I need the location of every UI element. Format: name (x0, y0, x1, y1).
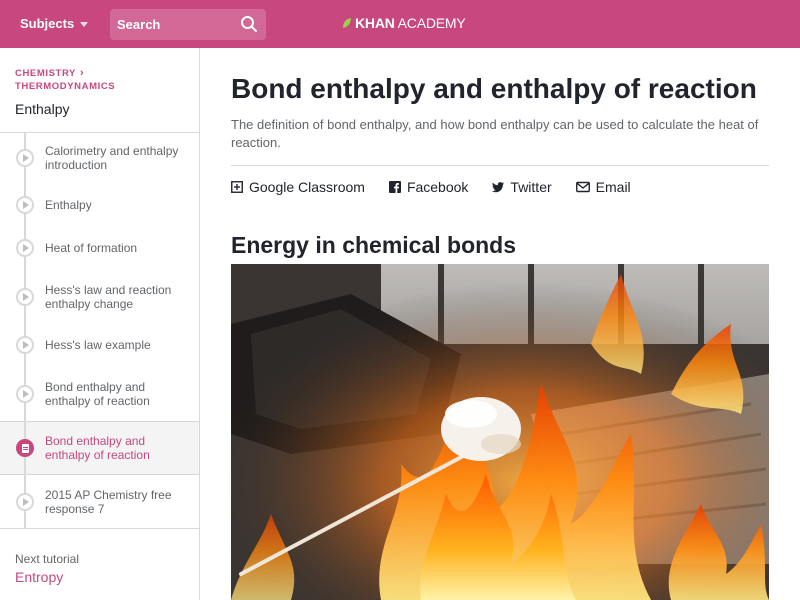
article-description: The definition of bond enthalpy, and how… (231, 116, 769, 166)
article-icon (16, 439, 34, 457)
leaf-icon (343, 18, 351, 28)
khan-academy-logo[interactable]: KHAN ACADEMY (342, 15, 466, 31)
sidebar-item-hess-law-change[interactable]: Hess's law and reaction enthalpy change (0, 269, 199, 324)
subjects-label: Subjects (20, 16, 75, 31)
tutorial-title: Enthalpy (0, 93, 199, 133)
logo-academy-text: ACADEMY (397, 15, 466, 31)
share-twitter-button[interactable]: Twitter (492, 179, 552, 195)
share-google-classroom-button[interactable]: Google Classroom (231, 179, 365, 195)
sidebar-item-label: Enthalpy (45, 197, 92, 212)
sidebar-item-heat-of-formation[interactable]: Heat of formation (0, 226, 199, 269)
top-nav-bar: Subjects KHANACADEMY (0, 0, 800, 48)
google-classroom-icon (231, 181, 243, 193)
play-icon (16, 195, 34, 214)
email-icon (575, 181, 590, 193)
play-icon (16, 384, 34, 403)
tutorial-sidebar: CHEMISTRY › THERMODYNAMICS Enthalpy Calo… (0, 48, 200, 600)
next-tutorial-label: Next tutorial (15, 552, 80, 566)
sidebar-item-label: Calorimetry and enthalpy introduction (45, 144, 179, 172)
twitter-icon (492, 182, 505, 193)
sidebar-item-hess-law-example[interactable]: Hess's law example (0, 324, 199, 366)
article-content: Bond enthalpy and enthalpy of reaction T… (231, 48, 769, 600)
play-icon (16, 149, 34, 167)
subjects-menu-button[interactable]: Subjects (20, 16, 89, 31)
chevron-right-icon: › (80, 67, 85, 79)
next-tutorial-link[interactable]: Entropy (15, 569, 79, 585)
sidebar-item-label: Heat of formation (45, 240, 138, 255)
play-icon (16, 287, 34, 306)
sidebar-item-calorimetry[interactable]: Calorimetry and enthalpy introduction (0, 133, 199, 183)
share-email-button[interactable]: Email (575, 179, 631, 195)
next-tutorial: Next tutorial Entropy (15, 552, 79, 585)
search-input[interactable] (110, 9, 240, 40)
sidebar-item-label: Hess's law and reaction enthalpy change (45, 282, 172, 311)
sidebar-item-label: Bond enthalpy and enthalpy of reaction (45, 379, 150, 408)
caret-down-icon (80, 22, 89, 27)
sidebar-item-ap-chemistry[interactable]: 2015 AP Chemistry free response 7 (0, 475, 199, 529)
page-title: Bond enthalpy and enthalpy of reaction (231, 73, 757, 104)
sidebar-item-enthalpy[interactable]: Enthalpy (0, 183, 199, 226)
breadcrumb-item-chemistry[interactable]: CHEMISTRY › (15, 67, 184, 80)
breadcrumb-item-thermodynamics[interactable]: THERMODYNAMICS (15, 80, 184, 93)
sidebar-item-label: Bond enthalpy and enthalpy of reaction (45, 434, 150, 462)
sidebar-item-bond-enthalpy-video[interactable]: Bond enthalpy and enthalpy of reaction (0, 366, 199, 421)
campfire-marshmallow-photo (231, 264, 769, 600)
search-box[interactable] (110, 9, 266, 40)
share-facebook-button[interactable]: Facebook (388, 179, 468, 195)
share-bar: Google Classroom Facebook Twitter Email (231, 179, 769, 195)
play-icon (16, 492, 34, 511)
search-icon[interactable] (240, 15, 258, 33)
tutorial-item-list: Calorimetry and enthalpy introduction En… (0, 133, 199, 529)
facebook-icon (388, 181, 401, 193)
play-icon (16, 336, 34, 354)
play-icon (16, 238, 34, 257)
sidebar-item-label: 2015 AP Chemistry free response 7 (45, 487, 172, 516)
breadcrumb: CHEMISTRY › THERMODYNAMICS (0, 48, 199, 93)
sidebar-item-bond-enthalpy-article[interactable]: Bond enthalpy and enthalpy of reaction (0, 421, 199, 475)
logo-khan-text: KHAN (355, 15, 395, 31)
section-heading: Energy in chemical bonds (231, 232, 517, 258)
sidebar-item-label: Hess's law example (45, 338, 151, 352)
